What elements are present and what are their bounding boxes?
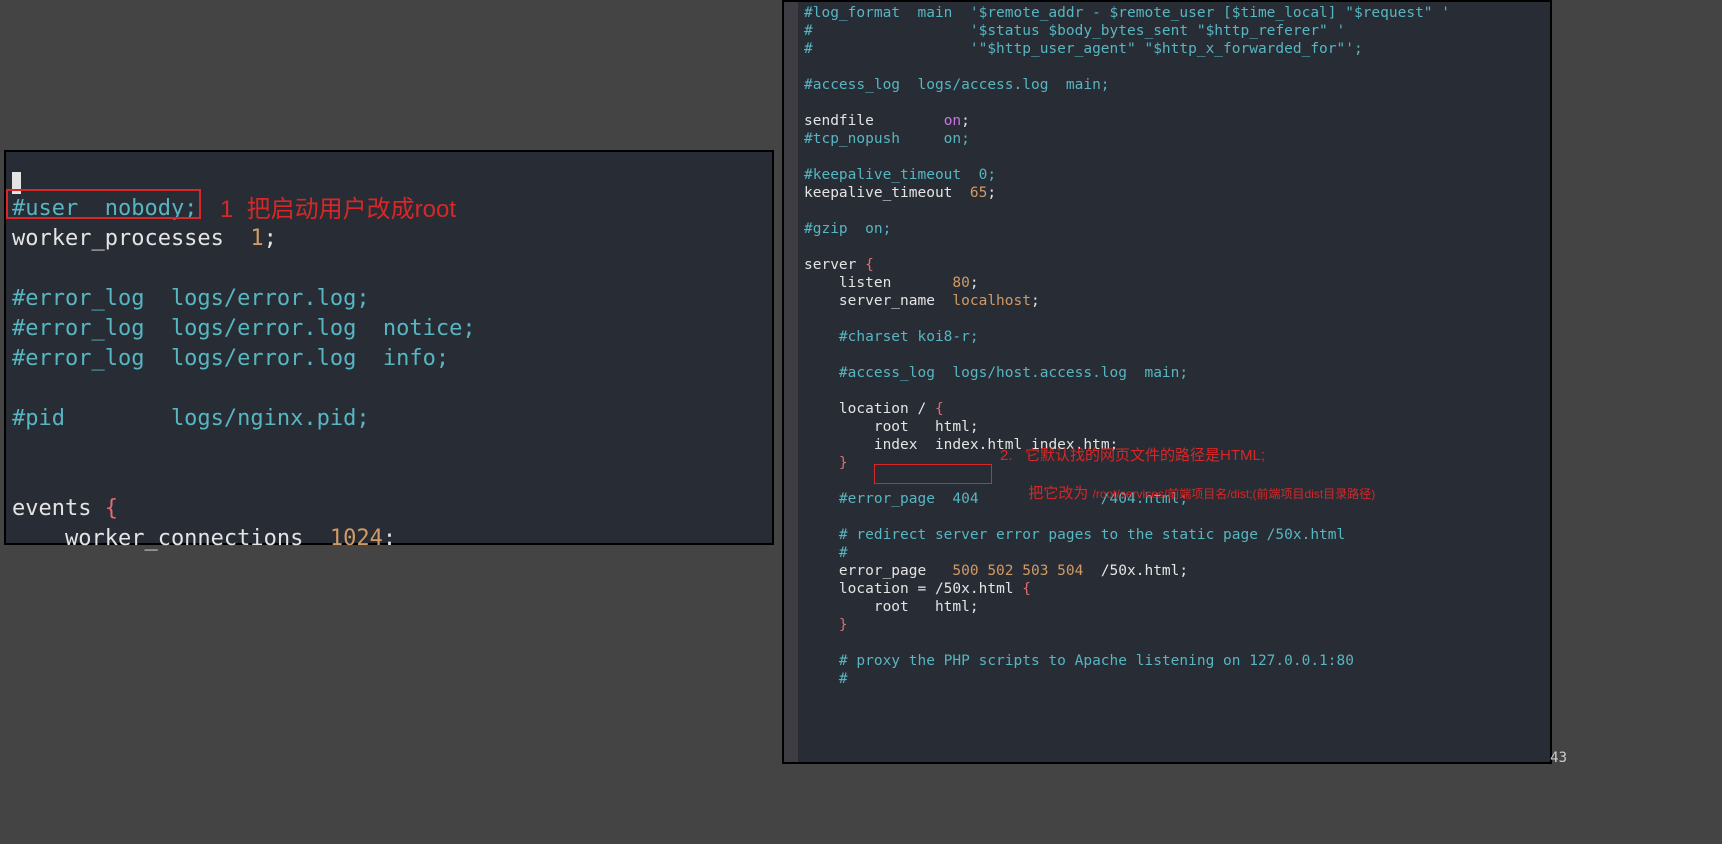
- code-text: #user nobody;: [12, 196, 197, 221]
- annotation-text-2: 2. 它默认找的网页文件的路径是HTML;: [1000, 444, 1265, 465]
- right-code-panel: #log_format main '$remote_addr - $remote…: [782, 0, 1552, 764]
- annotation-text-1: 1 把启动用户改成root: [220, 189, 456, 224]
- page-number: 43: [1550, 750, 1567, 766]
- annotation-text-3: 把它改为 /root/services/前端项目名/dist;(前端项目dist…: [1020, 465, 1375, 503]
